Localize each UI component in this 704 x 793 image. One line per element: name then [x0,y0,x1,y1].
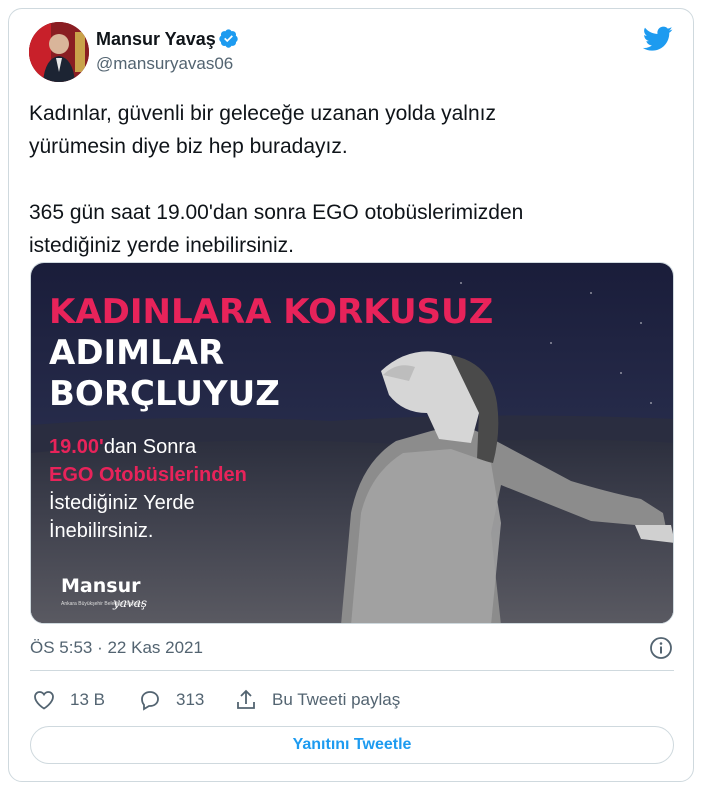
media-line-3: İstediğiniz Yerde [49,491,195,514]
media-headline-2: ADIMLAR [49,333,224,373]
media-line-ego: EGO Otobüslerinden [49,464,247,486]
tweet-media-image[interactable]: KADINLARA KORKUSUZ ADIMLAR BORÇLUYUZ 19.… [30,262,674,624]
author-name[interactable]: Mansur Yavaş [96,29,216,50]
share-label: Bu Tweeti paylaş [272,690,401,709]
author-handle[interactable]: @mansuryavas06 [96,54,233,74]
avatar-image [29,22,89,82]
heart-icon [34,691,54,710]
like-action[interactable]: 13 B [32,688,105,712]
media-line-time-rest: dan Sonra [104,436,197,458]
media-headline-3: BORÇLUYUZ [49,374,280,414]
media-line-4: İnebilirsiniz. [49,519,153,542]
twitter-logo-icon[interactable] [643,26,673,52]
reply-tweet-button[interactable]: Yanıtını Tweetle [30,726,674,764]
reply-action[interactable]: 313 [138,688,204,712]
avatar[interactable] [29,22,89,82]
divider [30,670,674,671]
media-headline-1: KADINLARA KORKUSUZ [49,292,493,332]
reply-count: 313 [176,690,205,709]
verified-badge-icon [219,29,238,48]
media-line-time: 19.00'dan Sonra [49,436,197,458]
reply-bubble-icon [141,691,159,711]
tweet-card: Mansur Yavaş @mansuryavas06 Kadınlar, gü… [8,8,694,782]
info-icon[interactable] [649,636,673,660]
like-count: 13 B [70,690,105,709]
media-logo-name: Mansur [61,575,141,597]
media-line-time-highlight: 19.00' [49,436,104,458]
tweet-text: Kadınlar, güvenli bir geleceğe uzanan yo… [29,102,524,257]
media-logo-script: yavaş [112,596,147,610]
share-action[interactable]: Bu Tweeti paylaş [234,688,400,712]
share-icon [237,689,255,709]
tweet-timestamp[interactable]: ÖS 5:53 · 22 Kas 2021 [30,638,203,658]
